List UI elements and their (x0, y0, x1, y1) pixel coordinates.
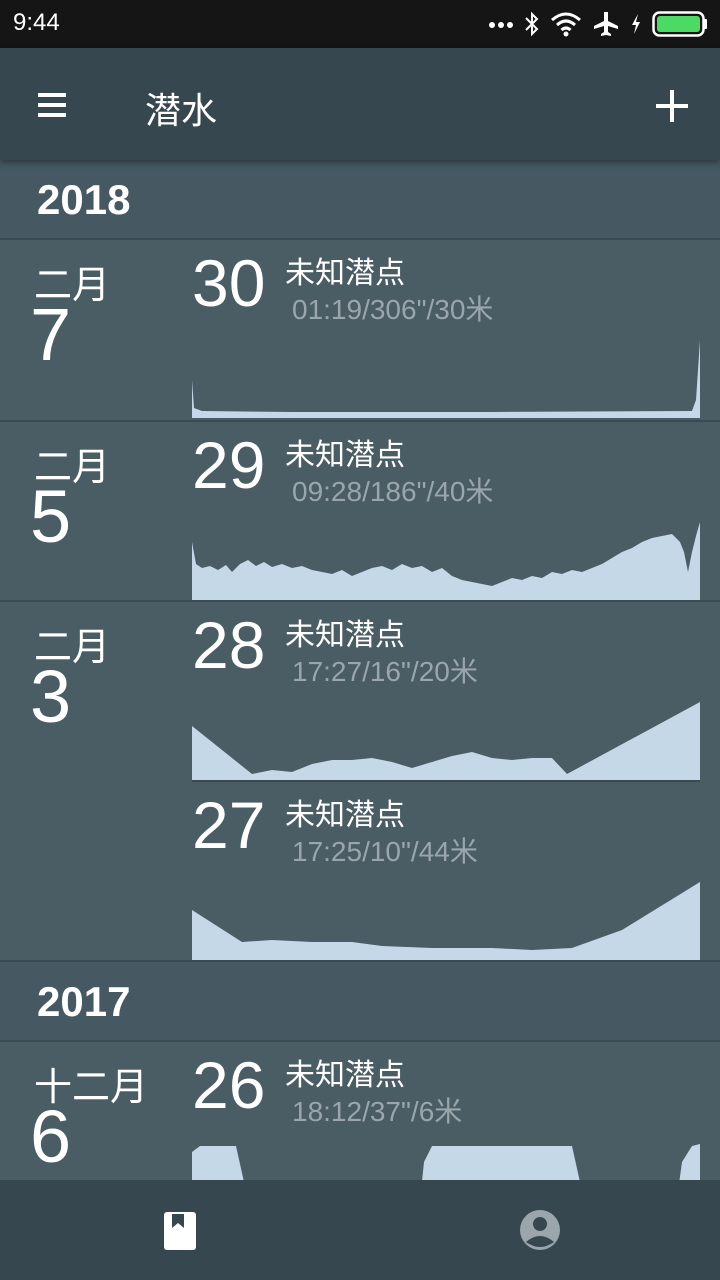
day-number: 5 (30, 475, 72, 558)
year-header: 2018 (0, 160, 720, 240)
dive-stats: 09:28/186"/40米 (292, 476, 494, 507)
account-circle-icon (520, 1210, 560, 1250)
dive-profile-chart (192, 702, 700, 780)
airplane-mode-icon (594, 12, 618, 36)
dive-entry[interactable]: 28 未知潜点 17:27/16"/20米 (192, 602, 700, 780)
day-number: 3 (30, 655, 72, 738)
menu-button[interactable] (26, 76, 86, 132)
day-group: 二月 3 28 未知潜点 17:27/16"/20米 27 未知潜点 17:25… (0, 602, 720, 962)
dive-site: 未知潜点 (285, 798, 405, 833)
day-number: 6 (30, 1095, 72, 1178)
status-icons (488, 8, 708, 40)
dive-number: 29 (192, 428, 266, 502)
charging-icon (632, 14, 640, 34)
dive-site: 未知潜点 (285, 1058, 405, 1093)
year-header: 2017 (0, 962, 720, 1042)
status-bar: 9:44 (0, 0, 720, 48)
wifi-icon (551, 12, 581, 37)
bluetooth-icon (525, 11, 539, 37)
plus-icon (656, 90, 688, 122)
dive-site: 未知潜点 (285, 256, 405, 291)
nav-logbook-tab[interactable] (140, 1200, 220, 1260)
dive-stats: 01:19/306"/30米 (292, 294, 494, 325)
battery-icon (652, 11, 707, 37)
dive-entry[interactable]: 27 未知潜点 17:25/10"/44米 (192, 780, 700, 960)
app-bar: 潜水 (0, 48, 720, 160)
dive-profile-chart (192, 522, 700, 600)
dive-site: 未知潜点 (285, 438, 405, 473)
dive-stats: 17:25/10"/44米 (292, 836, 478, 867)
day-group: 二月 7 30 未知潜点 01:19/306"/30米 (0, 240, 720, 422)
dive-entry[interactable]: 26 未知潜点 18:12/37"/6米 (192, 1042, 700, 1180)
status-time: 9:44 (13, 9, 60, 36)
day-group: 二月 5 29 未知潜点 09:28/186"/40米 (0, 422, 720, 602)
dive-number: 27 (192, 788, 266, 862)
day-number: 7 (30, 293, 72, 376)
dive-stats: 18:12/37"/6米 (292, 1096, 463, 1127)
dive-site: 未知潜点 (285, 618, 405, 653)
page-title: 潜水 (145, 91, 218, 132)
dive-profile-chart (192, 1144, 700, 1180)
year-label: 2017 (37, 978, 131, 1025)
dive-entry[interactable]: 30 未知潜点 01:19/306"/30米 (192, 240, 700, 418)
hamburger-menu-icon (38, 93, 74, 117)
dive-number: 28 (192, 608, 266, 682)
dive-number: 30 (192, 246, 266, 320)
dive-number: 26 (192, 1048, 266, 1122)
nav-profile-tab[interactable] (500, 1200, 580, 1260)
dive-profile-chart (192, 882, 700, 960)
logbook-icon (164, 1212, 196, 1250)
dive-entry[interactable]: 29 未知潜点 09:28/186"/40米 (192, 422, 700, 600)
day-group: 十二月 6 26 未知潜点 18:12/37"/6米 (0, 1042, 720, 1180)
add-dive-button[interactable] (642, 78, 698, 134)
more-dots-icon (489, 22, 513, 28)
bottom-navigation (0, 1180, 720, 1280)
dive-profile-chart (192, 340, 700, 418)
year-label: 2018 (37, 176, 131, 223)
dive-log-list[interactable]: 2018 二月 7 30 未知潜点 01:19/306"/30米 二月 5 29… (0, 160, 720, 1180)
dive-stats: 17:27/16"/20米 (292, 656, 478, 687)
